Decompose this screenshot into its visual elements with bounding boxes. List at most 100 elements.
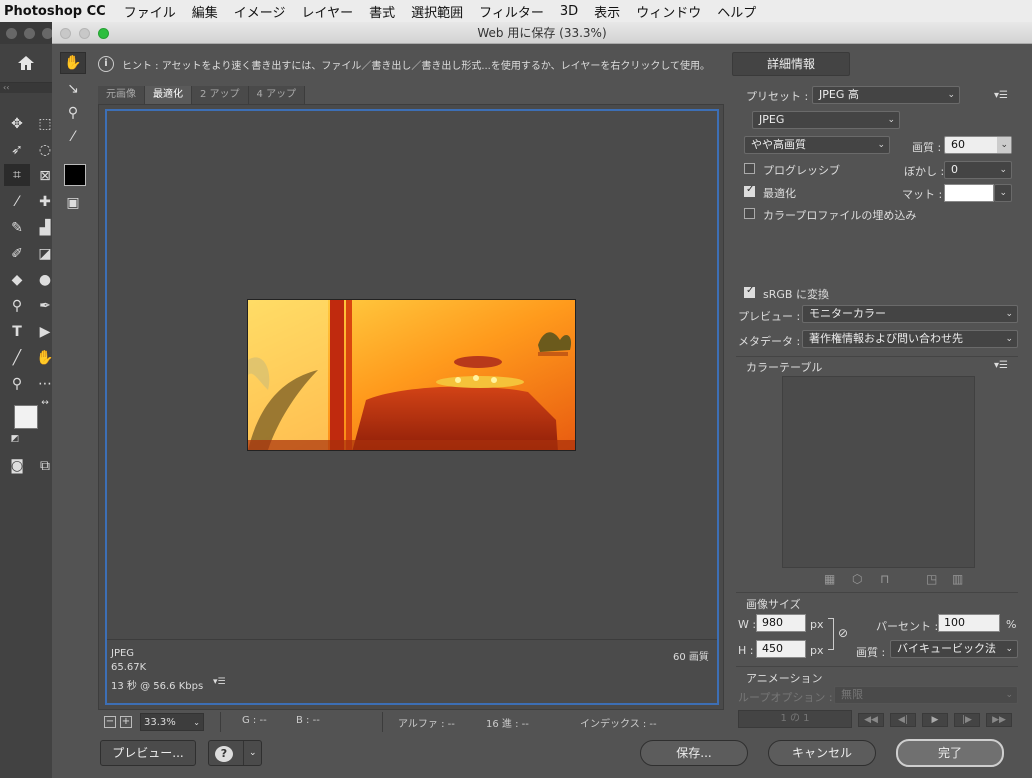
zoom-tool-icon[interactable]: ⚲ <box>6 373 28 395</box>
previous-frame-icon[interactable]: ◀| <box>890 713 916 727</box>
swap-colors-icon[interactable]: ↔ <box>38 397 52 409</box>
zoom-select[interactable]: 33.3% ⌄ <box>140 713 204 731</box>
line-tool-icon[interactable]: ╱ <box>6 347 28 369</box>
output-format: JPEG <box>111 648 135 659</box>
first-frame-icon[interactable]: ◀◀ <box>858 713 884 727</box>
menu-select[interactable]: 選択範囲 <box>403 2 471 21</box>
hand-tool-icon[interactable]: ✋ <box>60 52 86 74</box>
toolbar: ‹‹ ✥ ⬚ ➶ ◌ ⌗ ⊠ ⁄ ✚ ✎ ▟ ✐ ◪ ◆ ● ⚲ ✒ T ▶ ╱… <box>0 82 54 778</box>
crop-tool-icon[interactable]: ⌗ <box>4 164 30 186</box>
progressive-label: プログレッシブ <box>763 164 840 177</box>
optimize-menu-icon[interactable]: ▾☰ <box>994 90 1008 101</box>
embed-profile-checkbox[interactable] <box>744 208 755 219</box>
web-snap-icon[interactable]: ▦ <box>824 572 835 586</box>
quality-preset-select[interactable]: やや高画質 ⌄ <box>744 136 890 154</box>
cancel-button[interactable]: キャンセル <box>768 740 876 766</box>
menu-type[interactable]: 書式 <box>361 2 403 21</box>
menu-help[interactable]: ヘルプ <box>709 2 764 21</box>
download-speed-menu-icon[interactable]: ▾☰ <box>213 677 226 687</box>
last-frame-icon[interactable]: ▶▶ <box>986 713 1012 727</box>
optimized-preview-frame[interactable]: JPEG 65.67K 13 秒 @ 56.6 Kbps ▾☰ 60 画質 <box>105 109 719 705</box>
preview-color-select[interactable]: モニターカラー ⌄ <box>802 305 1018 323</box>
eyedropper-tool-icon[interactable]: ⁄ <box>60 126 86 148</box>
link-icon[interactable]: ⊘ <box>838 626 848 640</box>
new-color-icon[interactable]: ◳ <box>926 572 937 586</box>
zoom-out-button[interactable]: − <box>104 716 116 728</box>
tab-2up[interactable]: 2 アップ <box>192 86 249 104</box>
brush-tool-icon[interactable]: ✎ <box>6 217 28 239</box>
browser-preview-button[interactable]: ? ⌄ <box>208 740 262 766</box>
preset-select[interactable]: JPEG 高 ⌄ <box>812 86 960 104</box>
bucket-tool-icon[interactable]: ◆ <box>6 269 28 291</box>
close-window-button[interactable] <box>6 28 17 39</box>
loop-select[interactable]: 無限 ⌄ <box>834 686 1018 704</box>
dialog-close-button[interactable] <box>60 28 71 39</box>
home-button[interactable] <box>0 44 52 82</box>
quality-input[interactable]: 60 ⌄ <box>944 136 1012 154</box>
lasso-tool-icon[interactable]: ➶ <box>6 139 28 161</box>
default-colors-icon[interactable]: ◩ <box>8 433 22 445</box>
menu-window[interactable]: ウィンドウ <box>628 2 709 21</box>
menu-filter[interactable]: フィルター <box>471 2 552 21</box>
details-button[interactable]: 詳細情報 <box>732 52 850 76</box>
blur-value: 0 <box>951 163 958 176</box>
save-button[interactable]: 保存... <box>640 740 748 766</box>
percent-input[interactable]: 100 <box>938 614 1000 632</box>
quick-mask-icon[interactable]: ◙ <box>6 455 28 477</box>
tab-original[interactable]: 元画像 <box>98 86 145 104</box>
blur-input[interactable]: 0 ⌄ <box>944 161 1012 179</box>
foreground-color-swatch[interactable] <box>14 405 38 429</box>
done-button[interactable]: 完了 <box>896 739 1004 767</box>
width-input[interactable]: 980 <box>756 614 806 632</box>
format-select[interactable]: JPEG ⌄ <box>752 111 900 129</box>
resample-select[interactable]: バイキュービック法 ⌄ <box>890 640 1018 658</box>
eyedropper-tool-icon[interactable]: ⁄ <box>6 191 28 213</box>
chevron-down-icon: ⌄ <box>1005 644 1013 654</box>
menu-edit[interactable]: 編集 <box>184 2 226 21</box>
color-table-menu-icon[interactable]: ▾☰ <box>994 360 1008 371</box>
menu-view[interactable]: 表示 <box>586 2 628 21</box>
zoom-tool-icon[interactable]: ⚲ <box>60 102 86 124</box>
srgb-label: sRGB に変換 <box>763 288 829 301</box>
color-table[interactable] <box>782 376 975 568</box>
frame-counter: 1 の 1 <box>738 710 852 728</box>
matte-select[interactable]: ⌄ <box>994 184 1012 202</box>
hex-value: 16 進 : -- <box>486 719 529 730</box>
srgb-checkbox[interactable] <box>744 285 755 298</box>
cube-icon[interactable]: ⬡ <box>852 572 862 586</box>
progressive-checkbox[interactable] <box>744 163 755 174</box>
resample-label: 画質 : <box>856 646 886 659</box>
move-tool-icon[interactable]: ✥ <box>6 113 28 135</box>
play-icon[interactable]: ▶ <box>922 713 948 727</box>
lock-icon[interactable]: ⊓ <box>880 572 889 586</box>
menu-layer[interactable]: レイヤー <box>293 2 361 21</box>
dialog-minimize-button[interactable] <box>79 28 90 39</box>
matte-color-swatch[interactable] <box>944 184 994 202</box>
type-tool-icon[interactable]: T <box>6 321 28 343</box>
tab-4up[interactable]: 4 アップ <box>248 86 306 104</box>
minimize-window-button[interactable] <box>24 28 35 39</box>
toggle-slices-icon[interactable]: ▣ <box>60 192 86 214</box>
menu-file[interactable]: ファイル <box>116 2 184 21</box>
view-tabs: 元画像 最適化 2 アップ 4 アップ <box>98 86 306 104</box>
trash-icon[interactable]: ▥ <box>952 572 963 586</box>
menu-3d[interactable]: 3D <box>552 4 586 19</box>
eyedropper-color-swatch[interactable] <box>64 164 86 186</box>
home-icon <box>18 56 34 70</box>
chevron-down-icon: ⌄ <box>1005 690 1013 700</box>
collapse-toolbar-icon[interactable]: ‹‹ <box>0 83 52 93</box>
app-name[interactable]: Photoshop CC <box>0 4 116 19</box>
history-brush-icon[interactable]: ✐ <box>6 243 28 265</box>
chevron-down-icon: ⌄ <box>1005 309 1013 319</box>
dodge-tool-icon[interactable]: ⚲ <box>6 295 28 317</box>
next-frame-icon[interactable]: |▶ <box>954 713 980 727</box>
zoom-in-button[interactable]: + <box>120 716 132 728</box>
tab-optimized[interactable]: 最適化 <box>145 86 192 104</box>
metadata-select[interactable]: 著作権情報および問い合わせ先 ⌄ <box>802 330 1018 348</box>
slice-select-tool-icon[interactable]: ↘ <box>60 78 86 100</box>
menu-image[interactable]: イメージ <box>226 2 294 21</box>
dialog-zoom-button[interactable] <box>98 28 109 39</box>
height-input[interactable]: 450 <box>756 640 806 658</box>
preview-button[interactable]: プレビュー... <box>100 740 196 766</box>
optimize-checkbox[interactable] <box>744 184 755 197</box>
